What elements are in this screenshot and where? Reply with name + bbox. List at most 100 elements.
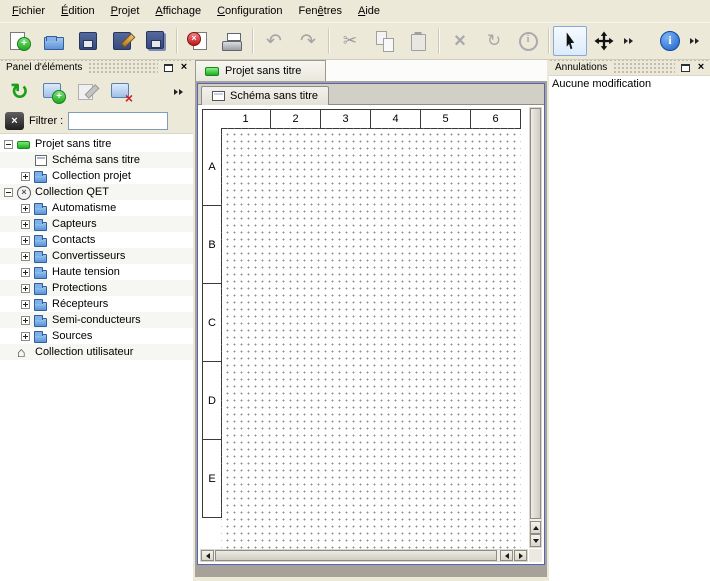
vertical-scrollbar[interactable]	[529, 107, 542, 548]
tab-schema[interactable]: Schéma sans titre	[201, 86, 329, 105]
toolbar-separator	[438, 28, 440, 54]
clear-filter-button[interactable]: ×	[5, 112, 24, 130]
edit-element-button[interactable]	[74, 79, 101, 106]
main-area: Panel d'éléments ×	[0, 60, 710, 581]
row-header: E	[202, 440, 222, 518]
new-element-button[interactable]	[40, 79, 67, 106]
tree-item-icon	[34, 234, 48, 247]
undo-panel: Annulations × Aucune modification	[549, 60, 710, 581]
menu-label-pre: Fen	[299, 5, 318, 17]
tree-expander[interactable]	[21, 316, 30, 325]
float-panel-button[interactable]	[678, 61, 692, 74]
reload-collections-button[interactable]	[6, 79, 33, 106]
close-document-button[interactable]	[181, 26, 215, 56]
toolbar-separator	[252, 28, 254, 54]
application-window: Fichier Édition Projet Affichage Configu…	[0, 0, 710, 581]
toolbar-overflow-button[interactable]	[687, 26, 703, 56]
tree-expander[interactable]	[4, 140, 13, 149]
tree-item-capteurs[interactable]: Capteurs	[0, 216, 193, 232]
new-document-button[interactable]	[3, 26, 37, 56]
scroll-down-button[interactable]	[530, 534, 541, 547]
tree-item-icon	[34, 314, 48, 327]
tree-expander[interactable]	[21, 204, 30, 213]
open-document-button[interactable]	[37, 26, 71, 56]
redo-button[interactable]	[291, 26, 325, 56]
undo-history-root-item[interactable]: Aucune modification	[552, 78, 707, 92]
menu-configuration[interactable]: Configuration	[209, 2, 290, 20]
panel-overflow-button[interactable]	[171, 79, 187, 106]
toolbar-overflow-button[interactable]	[621, 26, 637, 56]
tree-item-semi-conducteurs[interactable]: Semi-conducteurs	[0, 312, 193, 328]
save-button[interactable]	[71, 26, 105, 56]
menu-label-post: rojet	[118, 5, 139, 17]
save-all-button[interactable]	[139, 26, 173, 56]
elements-panel-title: Panel d'éléments	[0, 62, 87, 73]
save-as-button[interactable]	[105, 26, 139, 56]
tree-expander[interactable]	[21, 332, 30, 341]
menu-fichier[interactable]: Fichier	[4, 2, 53, 20]
undo-panel-title: Annulations	[549, 62, 612, 73]
tree-item-schema-sans-titre[interactable]: Schéma sans titre	[0, 152, 193, 168]
delete-selection-button[interactable]	[443, 26, 477, 56]
tree-item-convertisseurs[interactable]: Convertisseurs	[0, 248, 193, 264]
tree-item-label: Convertisseurs	[52, 250, 125, 262]
paste-button[interactable]	[401, 26, 435, 56]
menu-projet[interactable]: Projet	[103, 2, 148, 20]
tree-item-haute-tension[interactable]: Haute tension	[0, 264, 193, 280]
vertical-scrollbar-thumb[interactable]	[530, 108, 541, 519]
tree-item-contacts[interactable]: Contacts	[0, 232, 193, 248]
cut-button[interactable]	[333, 26, 367, 56]
column-header: 5	[421, 109, 471, 129]
tree-expander[interactable]	[21, 268, 30, 277]
float-panel-button[interactable]	[161, 61, 175, 74]
element-info-button[interactable]	[511, 26, 545, 56]
diagram-grid[interactable]	[221, 128, 521, 549]
about-qet-button[interactable]	[653, 26, 687, 56]
close-panel-button[interactable]: ×	[177, 61, 191, 74]
tree-item-label: Collection utilisateur	[35, 346, 133, 358]
tree-expander[interactable]	[21, 252, 30, 261]
tree-item-protections[interactable]: Protections	[0, 280, 193, 296]
scroll-left-button[interactable]	[201, 550, 214, 561]
tree-item-collection-utilisateur[interactable]: Collection utilisateur	[0, 344, 193, 360]
menu-fenetres[interactable]: Fenêtres	[291, 2, 350, 20]
tree-item-icon	[34, 154, 48, 167]
tree-item-projet-sans-titre[interactable]: Projet sans titre	[0, 136, 193, 152]
tree-item-collection-projet[interactable]: Collection projet	[0, 168, 193, 184]
tree-item-automatisme[interactable]: Automatisme	[0, 200, 193, 216]
tree-expander[interactable]	[21, 236, 30, 245]
undo-button[interactable]	[257, 26, 291, 56]
tree-expander[interactable]	[21, 220, 30, 229]
tab-project[interactable]: Projet sans titre	[195, 60, 326, 81]
menu-label-post: tres	[324, 5, 342, 17]
tree-expander[interactable]	[21, 300, 30, 309]
tree-item-recepteurs[interactable]: Récepteurs	[0, 296, 193, 312]
rotate-button[interactable]	[477, 26, 511, 56]
scroll-up-button[interactable]	[530, 521, 541, 534]
tree-expander[interactable]	[4, 188, 13, 197]
close-panel-button[interactable]: ×	[694, 61, 708, 74]
tree-item-collection-qet[interactable]: Collection QET	[0, 184, 193, 200]
elements-panel: Panel d'éléments ×	[0, 60, 193, 581]
dock-buttons: ×	[158, 61, 193, 74]
move-tool-button[interactable]	[587, 26, 621, 56]
tree-item-icon	[34, 282, 48, 295]
menu-label-post: ichier	[19, 5, 45, 17]
print-button[interactable]	[215, 26, 249, 56]
delete-element-button[interactable]	[108, 79, 135, 106]
tree-expander[interactable]	[21, 172, 30, 181]
menu-edition[interactable]: Édition	[53, 2, 103, 20]
horizontal-scrollbar[interactable]	[200, 549, 528, 562]
filter-input[interactable]	[68, 112, 168, 130]
left-arrow-icon	[505, 553, 509, 559]
menu-aide[interactable]: Aide	[350, 2, 388, 20]
copy-button[interactable]	[367, 26, 401, 56]
tree-expander[interactable]	[21, 284, 30, 293]
scroll-right-button[interactable]	[514, 550, 527, 561]
scroll-left-button-2[interactable]	[500, 550, 513, 561]
horizontal-scrollbar-thumb[interactable]	[215, 550, 497, 561]
tree-item-sources[interactable]: Sources	[0, 328, 193, 344]
select-tool-button[interactable]	[553, 26, 587, 56]
schema-tab-bar: Schéma sans titre	[198, 84, 544, 105]
menu-affichage[interactable]: Affichage	[147, 2, 209, 20]
